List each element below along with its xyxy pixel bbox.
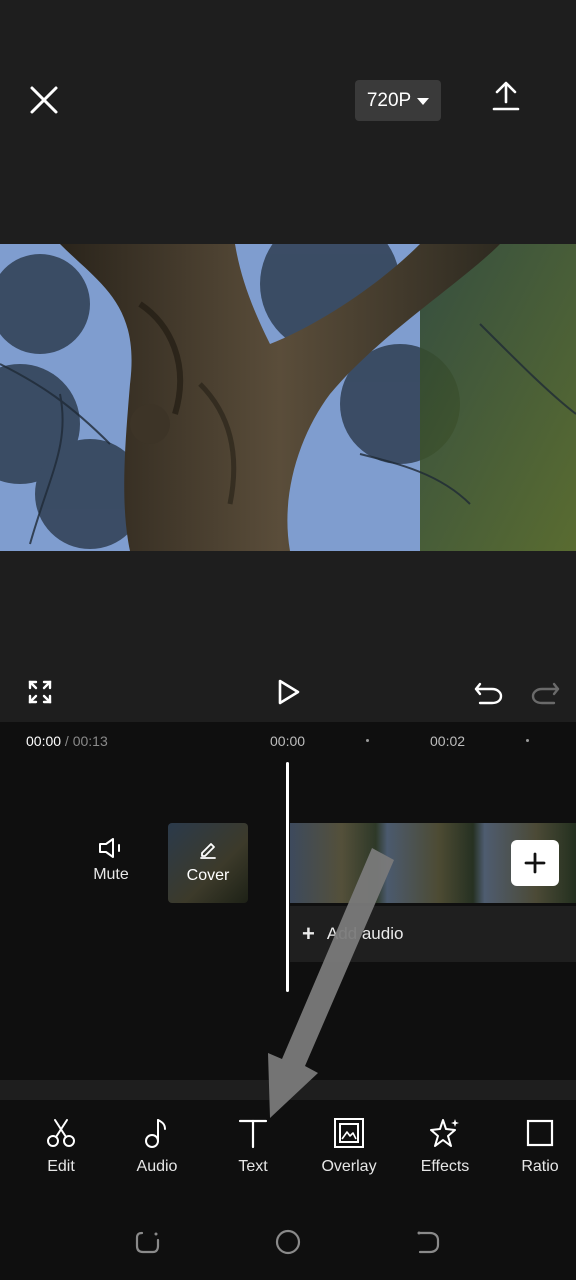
tool-effects-label: Effects xyxy=(420,1158,470,1175)
redo-button[interactable] xyxy=(530,678,560,711)
resolution-label: 720P xyxy=(366,89,412,111)
mute-label: Mute xyxy=(93,866,129,883)
pencil-icon xyxy=(200,843,216,859)
time-readout: 00:00 / 00:13 xyxy=(26,733,108,749)
playhead[interactable] xyxy=(286,762,289,992)
video-frame-image xyxy=(0,244,576,551)
plus-icon xyxy=(524,852,546,874)
recents-icon xyxy=(135,1231,160,1254)
editor-top-area: 720P xyxy=(0,0,576,722)
tool-audio-label: Audio xyxy=(136,1158,178,1175)
tick-dot xyxy=(366,739,369,742)
add-audio-label: Add audio xyxy=(326,924,404,943)
recents-button[interactable] xyxy=(134,1228,162,1261)
undo-button[interactable] xyxy=(474,678,504,711)
home-circle-icon xyxy=(275,1229,301,1255)
mute-button[interactable]: Mute xyxy=(84,836,138,884)
tool-edit-label: Edit xyxy=(47,1158,75,1175)
back-icon xyxy=(417,1231,440,1254)
sparkle-star-icon xyxy=(430,1119,459,1147)
cover-label: Cover xyxy=(186,867,230,884)
text-icon xyxy=(238,1119,268,1149)
play-icon xyxy=(278,679,300,705)
tick-dot xyxy=(526,739,529,742)
tool-edit[interactable]: Edit xyxy=(21,1116,101,1176)
tick-label-1: 00:02 xyxy=(430,733,466,749)
cover-button[interactable]: Cover xyxy=(168,823,248,903)
tool-overlay[interactable]: Overlay xyxy=(309,1116,389,1176)
video-preview[interactable] xyxy=(0,244,576,551)
music-note-icon xyxy=(145,1119,166,1148)
speaker-icon xyxy=(99,838,120,858)
chevron-down-icon xyxy=(417,98,430,105)
fullscreen-button[interactable] xyxy=(28,680,52,709)
close-icon xyxy=(30,86,58,114)
fullscreen-icon xyxy=(28,680,52,704)
tool-ratio-label: Ratio xyxy=(521,1158,559,1175)
tool-effects[interactable]: Effects xyxy=(405,1116,485,1176)
ratio-square-icon xyxy=(526,1119,554,1147)
total-time: 00:13 xyxy=(72,733,108,749)
export-icon xyxy=(492,81,520,111)
close-button[interactable] xyxy=(26,82,62,118)
tick-label-0: 00:00 xyxy=(270,733,306,749)
resolution-dropdown[interactable]: 720P xyxy=(355,80,441,121)
undo-icon xyxy=(474,682,503,705)
export-button[interactable] xyxy=(489,80,523,114)
tool-text-label: Text xyxy=(238,1158,268,1175)
system-nav-bar xyxy=(0,1200,576,1280)
tool-overlay-label: Overlay xyxy=(321,1158,377,1175)
overlay-icon xyxy=(334,1118,364,1148)
add-audio-button[interactable]: + Add audio xyxy=(290,906,576,962)
play-button[interactable] xyxy=(276,678,302,711)
current-time: 00:00 xyxy=(26,733,62,749)
tool-text[interactable]: Text xyxy=(213,1116,293,1176)
timeline-panel: 00:00 / 00:13 00:00 00:02 Mute Cover + A… xyxy=(0,722,576,1080)
add-clip-button[interactable] xyxy=(511,840,559,886)
tool-audio[interactable]: Audio xyxy=(117,1116,197,1176)
home-button[interactable] xyxy=(274,1228,302,1261)
redo-icon xyxy=(531,682,560,705)
bottom-toolbar: Edit Audio Text Overlay Effects Ratio xyxy=(0,1100,576,1200)
back-button[interactable] xyxy=(414,1228,442,1261)
scissors-icon xyxy=(47,1119,75,1147)
add-audio-plus: + xyxy=(302,921,315,946)
tool-ratio[interactable]: Ratio xyxy=(500,1116,576,1176)
playback-controls xyxy=(0,660,576,722)
